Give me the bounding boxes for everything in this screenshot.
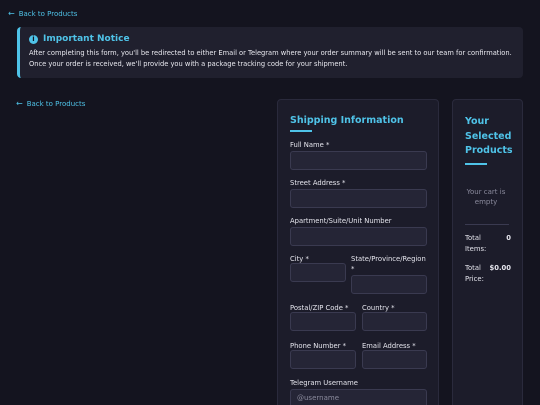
arrow-left-icon: ←	[8, 9, 15, 18]
back-to-products-link-secondary[interactable]: ← Back to Products	[16, 99, 86, 109]
state-label: State/Province/Region *	[351, 255, 426, 273]
postal-code-input[interactable]	[290, 312, 356, 331]
important-notice: i Important Notice After completing this…	[17, 27, 523, 78]
state-input[interactable]	[351, 275, 427, 294]
notice-title: Important Notice	[43, 34, 130, 44]
total-items-row: Total Items: 0	[465, 233, 511, 255]
street-address-label: Street Address *	[290, 179, 346, 187]
shipping-form-card: Shipping Information Full Name * Street …	[277, 99, 439, 405]
cart-empty-text: Your cart is empty	[466, 187, 506, 207]
phone-input[interactable]	[290, 350, 356, 369]
cart-summary-card: Your Selected Products Your cart is empt…	[452, 99, 523, 405]
back-link-label: Back to Products	[18, 10, 78, 18]
telegram-field: Telegram Username @username	[290, 378, 427, 405]
country-input[interactable]	[362, 312, 427, 331]
city-field: City *	[290, 254, 346, 282]
email-field: Email Address *	[362, 341, 427, 369]
full-name-input[interactable]	[290, 151, 427, 170]
telegram-label: Telegram Username	[290, 379, 358, 387]
street-address-field: Street Address *	[290, 178, 427, 208]
back-to-products-link[interactable]: ← Back to Products	[8, 9, 78, 19]
full-name-label: Full Name *	[290, 141, 330, 149]
apartment-field: Apartment/Suite/Unit Number	[290, 216, 427, 246]
total-items-value: 0	[506, 233, 511, 242]
notice-text: After completing this form, you'll be re…	[29, 49, 512, 68]
street-address-input[interactable]	[290, 189, 427, 208]
telegram-input[interactable]: @username	[290, 389, 427, 405]
checkout-page: ← Back to Products i Important Notice Af…	[0, 0, 540, 405]
back-link-label: Back to Products	[26, 100, 86, 108]
shipping-form-title: Shipping Information	[290, 115, 404, 126]
email-input[interactable]	[362, 350, 427, 369]
total-price-row: Total Price: $0.00	[465, 263, 511, 285]
phone-field: Phone Number *	[290, 341, 356, 369]
apartment-label: Apartment/Suite/Unit Number	[290, 217, 392, 225]
country-field: Country *	[362, 303, 427, 331]
cart-divider	[465, 223, 509, 225]
total-price-value: $0.00	[489, 263, 512, 272]
apartment-input[interactable]	[290, 227, 427, 246]
full-name-field: Full Name *	[290, 140, 427, 170]
postal-code-field: Postal/ZIP Code *	[290, 303, 356, 331]
state-field: State/Province/Region *	[351, 254, 429, 294]
info-icon: i	[29, 34, 38, 44]
total-items-label: Total Items:	[465, 233, 487, 253]
city-input[interactable]	[290, 263, 346, 282]
title-underline	[465, 162, 487, 165]
total-price-label: Total Price:	[465, 263, 484, 283]
arrow-left-icon: ←	[16, 99, 23, 108]
cart-title: Your Selected Products	[465, 116, 513, 156]
title-underline	[290, 130, 312, 132]
